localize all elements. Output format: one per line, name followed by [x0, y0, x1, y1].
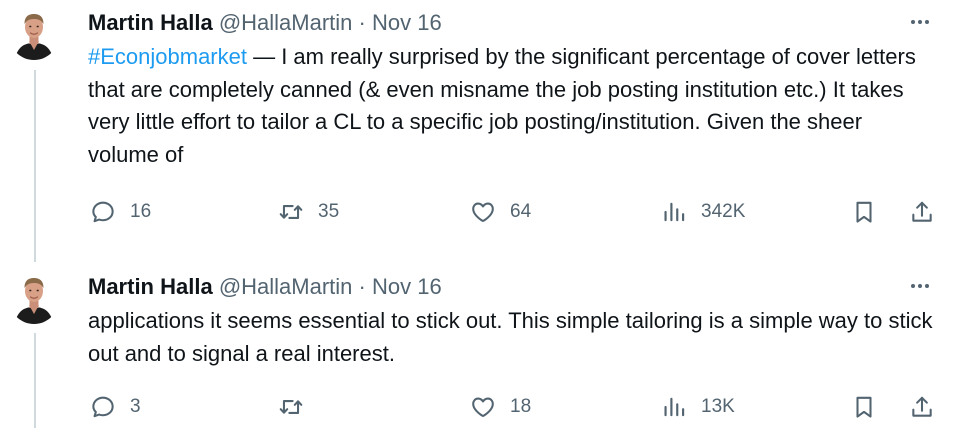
author-handle[interactable]: @HallaMartin: [219, 10, 353, 35]
view-count: 13K: [701, 396, 735, 417]
tweet-body: applications it seems essential to stick…: [88, 308, 939, 366]
views-icon: [661, 199, 687, 225]
more-options-button[interactable]: [905, 12, 935, 32]
more-options-button[interactable]: [905, 276, 935, 296]
bookmark-icon: [851, 394, 877, 420]
share-button[interactable]: [909, 392, 935, 422]
views-button[interactable]: 13K: [661, 392, 735, 422]
retweet-icon: [278, 394, 304, 420]
view-count: 342K: [701, 201, 746, 222]
profile-photo-icon: [9, 274, 59, 324]
tweet[interactable]: Martin Halla @HallaMartin · Nov 16 #Econ…: [0, 0, 961, 262]
more-icon: [911, 20, 915, 24]
tweet[interactable]: Martin Halla @HallaMartin · Nov 16 appli…: [0, 264, 961, 428]
tweet-date[interactable]: Nov 16: [372, 274, 442, 299]
action-bar: 16 35 64 342K: [0, 197, 961, 227]
avatar[interactable]: [9, 274, 59, 324]
separator-dot: ·: [358, 274, 366, 299]
bookmark-icon: [851, 199, 877, 225]
heart-icon: [470, 199, 496, 225]
tweet-date[interactable]: Nov 16: [372, 10, 442, 35]
profile-photo-icon: [9, 10, 59, 60]
more-icon: [911, 284, 915, 288]
reply-icon: [90, 199, 116, 225]
reply-count: 3: [130, 396, 141, 417]
views-button[interactable]: 342K: [661, 197, 745, 227]
tweet-text: applications it seems essential to stick…: [88, 305, 938, 370]
like-count: 18: [510, 396, 532, 417]
like-count: 64: [510, 201, 532, 222]
reply-icon: [90, 394, 116, 420]
views-icon: [661, 394, 687, 420]
hashtag-link[interactable]: #Econjobmarket: [88, 44, 247, 69]
avatar[interactable]: [9, 10, 59, 60]
like-button[interactable]: 18: [470, 392, 531, 422]
retweet-button[interactable]: [278, 392, 318, 422]
author-handle[interactable]: @HallaMartin: [219, 274, 353, 299]
reply-button[interactable]: 3: [90, 392, 141, 422]
tweet-text: #Econjobmarket — I am really surprised b…: [88, 41, 938, 171]
retweet-icon: [278, 199, 304, 225]
author-name[interactable]: Martin Halla: [88, 274, 213, 299]
tweet-header: Martin Halla @HallaMartin · Nov 16: [88, 9, 442, 37]
separator-dot: ·: [358, 10, 366, 35]
bookmark-button[interactable]: [851, 392, 877, 422]
retweet-button[interactable]: 35: [278, 197, 339, 227]
tweet-header: Martin Halla @HallaMartin · Nov 16: [88, 273, 442, 301]
author-name[interactable]: Martin Halla: [88, 10, 213, 35]
reply-button[interactable]: 16: [90, 197, 151, 227]
like-button[interactable]: 64: [470, 197, 531, 227]
share-button[interactable]: [909, 197, 935, 227]
share-icon: [909, 394, 935, 420]
share-icon: [909, 199, 935, 225]
heart-icon: [470, 394, 496, 420]
bookmark-button[interactable]: [851, 197, 877, 227]
reply-count: 16: [130, 201, 152, 222]
action-bar: 3 18 13K: [0, 392, 961, 422]
retweet-count: 35: [318, 201, 340, 222]
